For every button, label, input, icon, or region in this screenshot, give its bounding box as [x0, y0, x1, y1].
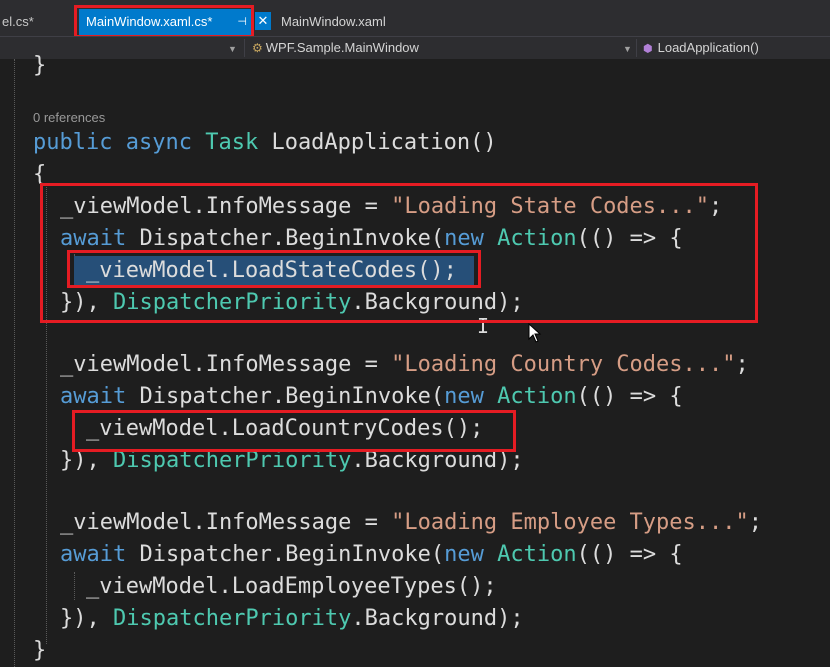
close-tab-button[interactable]: ✕	[255, 12, 271, 30]
code-line-end-invoke: }), DispatcherPriority.Background);	[60, 606, 524, 631]
tab-partial-cs[interactable]: el.cs*	[0, 9, 34, 35]
member-dropdown-label: LoadApplication()	[657, 40, 759, 55]
indent-guide	[74, 572, 75, 600]
class-icon: ⚙	[252, 41, 263, 55]
class-dropdown-label: WPF.Sample.MainWindow	[265, 40, 419, 55]
code-line-info-message: _viewModel.InfoMessage = "Loading Countr…	[60, 352, 749, 377]
nav-divider	[244, 39, 245, 57]
code-line: }	[33, 53, 47, 78]
code-line-method-signature: public async Task LoadApplication()	[33, 130, 497, 155]
code-line-begin-invoke: await Dispatcher.BeginInvoke(new Action(…	[60, 384, 683, 409]
class-dropdown[interactable]: ⚙ WPF.Sample.MainWindow	[252, 37, 419, 59]
mouse-pointer-icon	[528, 323, 542, 343]
member-dropdown[interactable]: ⬢ LoadApplication()	[643, 37, 759, 59]
nav-divider	[636, 39, 637, 57]
load-country-codes-highlight-box	[72, 410, 516, 452]
chevron-down-icon: ▼	[228, 44, 237, 54]
document-tab-bar: el.cs* MainWindow.xaml.cs* ⊣ ✕ MainWindo…	[0, 0, 830, 38]
code-line-close-brace: }	[33, 638, 47, 663]
codelens-references[interactable]: 0 references	[33, 110, 105, 125]
code-line-info-message: _viewModel.InfoMessage = "Loading Employ…	[60, 510, 763, 535]
class-dropdown-arrow[interactable]: ▼	[623, 37, 632, 59]
load-state-codes-highlight-box	[67, 250, 481, 288]
project-dropdown-arrow[interactable]: ▼	[228, 37, 237, 59]
code-line-begin-invoke: await Dispatcher.BeginInvoke(new Action(…	[60, 542, 683, 567]
code-line-load-employee-types: _viewModel.LoadEmployeeTypes();	[86, 574, 497, 599]
active-tab-highlight-box	[74, 5, 254, 38]
tab-mainwindow-xaml[interactable]: MainWindow.xaml	[281, 9, 386, 35]
method-icon: ⬢	[643, 43, 653, 55]
code-editor[interactable]: } 0 references public async Task LoadApp…	[0, 53, 830, 667]
chevron-down-icon: ▼	[623, 44, 632, 54]
code-navigation-bar: ▼ ⚙ WPF.Sample.MainWindow ▼ ⬢ LoadApplicat…	[0, 36, 830, 59]
indent-guide	[14, 59, 15, 667]
